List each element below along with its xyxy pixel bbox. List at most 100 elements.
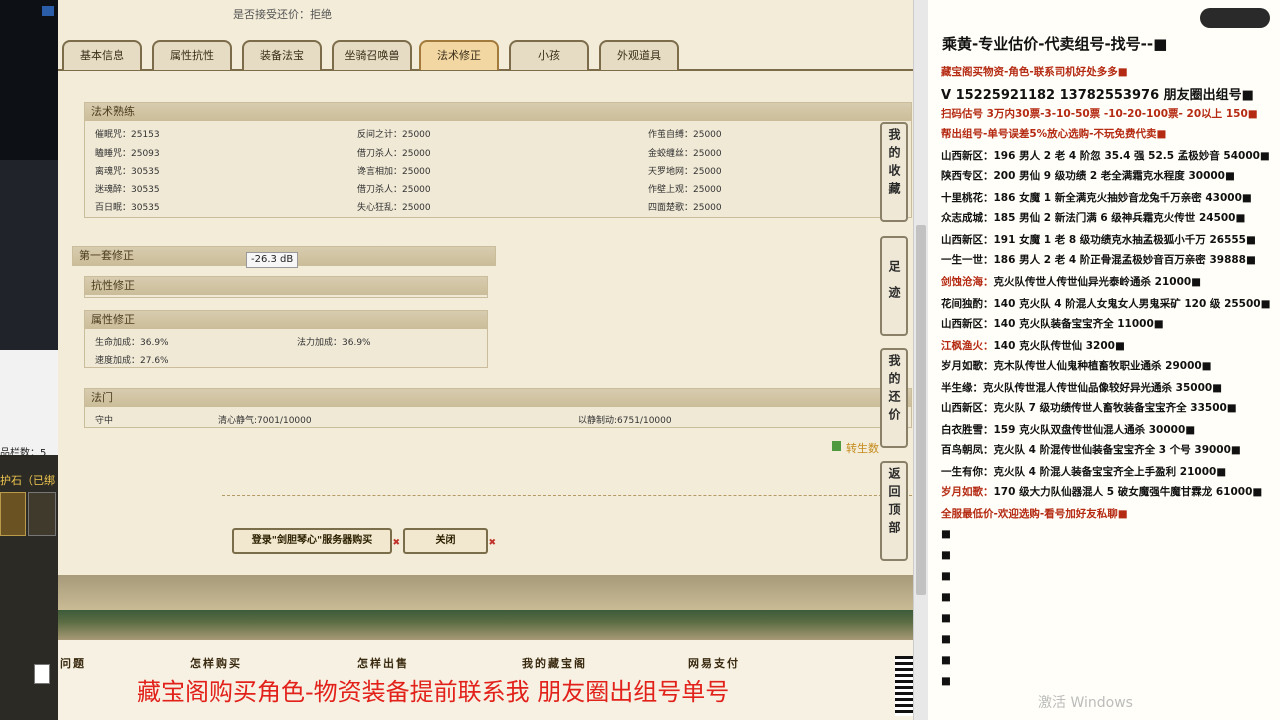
ad-line-text: 196 男人 2 老 4 阶忽 35.4 强 52.5 孟极妙音 54000■ [993, 150, 1270, 162]
section-title: 抗性修正 [85, 277, 487, 295]
ad-line: 山西新区：140 克火队装备宝宝齐全 11000■ [941, 316, 1164, 331]
footer-link[interactable]: 我的藏宝阁 [522, 655, 587, 671]
ad-line-label: 山西新区： [941, 234, 994, 246]
ad-line-text: 186 女魔 1 新全满克火抽妙音龙兔千万亲密 43000■ [993, 192, 1252, 204]
tab-resist[interactable]: 属性抗性 [152, 40, 232, 70]
ad-line-text: 扫码估号 3万内30票-3-10-50票 -10-20-100票- 20以上 1… [941, 108, 1258, 120]
ad-line: 山西新区：191 女魔 1 老 8 级功绩克水抽孟极狐小千万 26555■ [941, 232, 1256, 247]
footer-link[interactable]: 怎样购买 [190, 655, 242, 671]
tab-spell-correction[interactable]: 法术修正 [419, 40, 499, 70]
ad-title: 乘黄-专业估价-代卖组号-找号--■ [942, 35, 1168, 53]
qr-code-icon [895, 656, 913, 716]
spell-cell: 谗言相加：25000 [357, 167, 431, 177]
ad-line-label: 百鸟朝凤： [941, 444, 994, 456]
item-slot[interactable] [28, 492, 56, 536]
faman-cell: 守中 [95, 416, 114, 426]
footer-link[interactable]: 问题 [60, 655, 86, 671]
ad-line-label: 江枫渔火： [941, 340, 994, 352]
ad-bullet: ■ [941, 570, 951, 582]
close-button[interactable]: 关闭 [403, 528, 496, 554]
spell-cell: 金蛟缠丝：25000 [648, 149, 722, 159]
ad-line-text: 191 女魔 1 老 8 级功绩克水抽孟极狐小千万 26555■ [993, 234, 1256, 246]
footer-link[interactable]: 怎样出售 [357, 655, 409, 671]
ad-line: 藏宝阁买物资-角色-联系司机好处多多■ [941, 64, 1128, 79]
login-buy-button[interactable]: 登录"剑胆琴心"服务器购买 [232, 528, 400, 554]
spell-cell: 作壁上观：25000 [648, 185, 722, 195]
ad-line: 白衣胜雪：159 克火队双盘传世仙混人通杀 30000■ [941, 422, 1195, 437]
ad-line: V 15225921182 13782553976 朋友圈出组号■ [941, 84, 1254, 103]
faman-section: 法门 守中 清心静气:7001/10000 以静制动:6751/10000 [84, 388, 912, 428]
spell-cell: 天罗地网：25000 [648, 167, 722, 177]
ad-line: 山西新区：克火队 7 级功绩传世人畜牧装备宝宝齐全 33500■ [941, 400, 1237, 415]
ad-bullet: ■ [941, 528, 951, 540]
section-title: 属性修正 [85, 311, 487, 329]
section-title: 法门 [85, 389, 911, 407]
ad-line-label: 岁月如歌： [941, 486, 994, 498]
ad-line-label: 山西新区： [941, 318, 994, 330]
ad-line-text: 140 克火队传世仙 3200■ [993, 340, 1125, 352]
ad-line-label: 半生缘： [941, 382, 983, 394]
my-bargain-button[interactable]: 我的还价 [880, 348, 908, 448]
tab-equip[interactable]: 装备法宝 [242, 40, 322, 70]
ad-line: 陕西专区：200 男仙 9 级功绩 2 老全满霜克水程度 30000■ [941, 168, 1235, 183]
ad-line-text: 140 克火队装备宝宝齐全 11000■ [993, 318, 1164, 330]
spell-cell: 四面楚歌：25000 [648, 203, 722, 213]
left-background-panel: 品栏数：5 护石（已绑 [0, 0, 58, 720]
ad-line-label: 山西新区： [941, 402, 994, 414]
ad-line: 山西新区：196 男人 2 老 4 阶忽 35.4 强 52.5 孟极妙音 54… [941, 148, 1270, 163]
ad-line: 帮出组号-单号误差5%放心选购-不玩免费代卖■ [941, 126, 1166, 141]
ad-line-text: 140 克火队 4 阶混人女鬼女人男鬼采矿 120 级 25500■ [993, 298, 1271, 310]
ad-line-label: 剑蚀沧海： [941, 276, 994, 288]
ad-line: 一生有你：克火队 4 阶混人装备宝宝齐全上手盈利 21000■ [941, 464, 1226, 479]
ad-line: 岁月如歌：克木队传世人仙鬼种植畜牧职业通杀 29000■ [941, 358, 1212, 373]
ad-bullet: ■ [941, 612, 951, 624]
ad-bullet: ■ [941, 633, 951, 645]
ad-line: 众志成城：185 男仙 2 新法门满 6 级神兵霜克火传世 24500■ [941, 210, 1245, 225]
side-button-label: 足迹 [887, 260, 901, 312]
tab-appearance[interactable]: 外观道具 [599, 40, 679, 70]
scrollbar-thumb[interactable] [916, 225, 926, 595]
ad-line-label: 岁月如歌： [941, 360, 994, 372]
stream-caption: 藏宝阁购买角色-物资装备提前联系我 朋友圈出组号单号 [137, 678, 730, 706]
reborn-link[interactable]: 转生数 [846, 440, 882, 456]
tab-mount[interactable]: 坐骑召唤兽 [332, 40, 412, 70]
ad-line-text: 帮出组号-单号误差5%放心选购-不玩免费代卖■ [941, 128, 1167, 140]
spell-cell: 百日眠：30535 [95, 203, 160, 213]
ad-bullet: ■ [941, 654, 951, 666]
ad-line: 十里桃花：186 女魔 1 新全满克火抽妙音龙兔千万亲密 43000■ [941, 190, 1252, 205]
my-favorites-button[interactable]: 我的收藏 [880, 122, 908, 222]
footer-link[interactable]: 网易支付 [688, 655, 740, 671]
footprint-button[interactable]: 足迹 [880, 236, 908, 336]
ad-line: 江枫渔火：140 克火队传世仙 3200■ [941, 338, 1125, 353]
ad-line-text: 克火队传世人传世仙异光泰岭通杀 21000■ [993, 276, 1202, 288]
ad-line-text: 克木队传世人仙鬼种植畜牧职业通杀 29000■ [993, 360, 1212, 372]
ad-line-label: 众志成城： [941, 212, 994, 224]
doc-icon[interactable] [34, 664, 50, 684]
back-to-top-button[interactable]: 返回顶部 [880, 461, 908, 561]
slots-label: 品栏数：5 [0, 448, 47, 459]
ad-line-label: 一生一世： [941, 254, 994, 266]
ad-line: 百鸟朝凤：克火队 4 阶混传世仙装备宝宝齐全 3 个号 39000■ [941, 442, 1241, 457]
ad-line-text: 克火队 4 阶混人装备宝宝齐全上手盈利 21000■ [993, 466, 1227, 478]
ad-line-text: 克火队 7 级功绩传世人畜牧装备宝宝齐全 33500■ [993, 402, 1237, 414]
scrollbar[interactable] [913, 0, 928, 720]
ad-line: 扫码估号 3万内30票-3-10-50票 -10-20-100票- 20以上 1… [941, 106, 1258, 121]
attr-cell: 法力加成：36.9% [297, 338, 371, 348]
ad-line-label: 一生有你： [941, 466, 994, 478]
item-slot[interactable] [0, 492, 26, 536]
spell-cell: 借刀杀人：25000 [357, 149, 431, 159]
ad-line-text: V 15225921182 13782553976 朋友圈出组号■ [941, 88, 1254, 103]
side-button-label: 我的收藏 [887, 128, 901, 200]
side-button-label: 返回顶部 [887, 467, 901, 539]
tab-child[interactable]: 小孩 [509, 40, 589, 70]
bargain-row: 是否接受还价：拒绝 [233, 6, 332, 22]
spell-cell: 失心狂乱：25000 [357, 203, 431, 213]
ad-line-label: 白衣胜雪： [941, 424, 994, 436]
ad-line-text: 185 男仙 2 新法门满 6 级神兵霜克火传世 24500■ [993, 212, 1246, 224]
ad-line-text: 克火队 4 阶混传世仙装备宝宝齐全 3 个号 39000■ [993, 444, 1241, 456]
ad-line-text: 藏宝阁买物资-角色-联系司机好处多多■ [941, 66, 1128, 78]
attr-cell: 速度加成：27.6% [95, 356, 169, 366]
tab-basic-info[interactable]: 基本信息 [62, 40, 142, 70]
ad-line-text: 186 男人 2 老 4 阶正骨混孟极妙音百万亲密 39888■ [993, 254, 1256, 266]
stone-label: 护石（已绑 [0, 474, 55, 487]
